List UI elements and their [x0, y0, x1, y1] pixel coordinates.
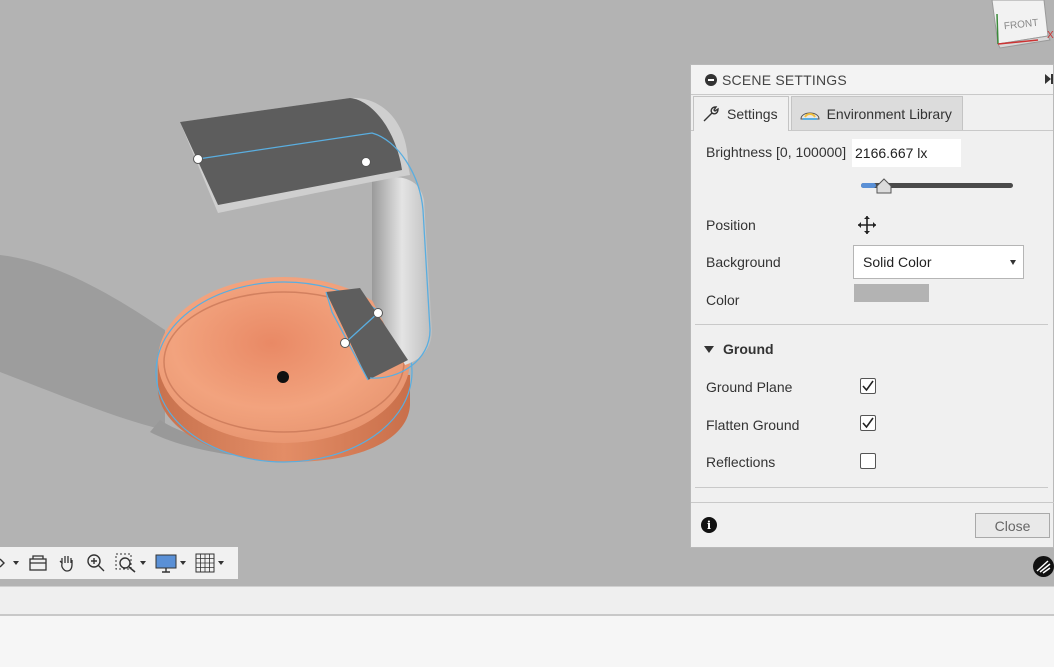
ground-section-header[interactable]: Ground: [704, 341, 774, 357]
bottom-bar: [0, 586, 1054, 616]
dome-icon: [800, 107, 820, 121]
check-icon: [862, 380, 874, 392]
flatten-ground-label: Flatten Ground: [706, 417, 800, 433]
close-button[interactable]: Close: [975, 513, 1050, 538]
zoom-icon[interactable]: [86, 553, 106, 573]
divider: [695, 487, 1048, 488]
view-cube[interactable]: FRONT X: [986, 0, 1054, 50]
info-icon[interactable]: i: [701, 517, 717, 533]
divider: [695, 324, 1048, 325]
edge-point[interactable]: [373, 308, 383, 318]
panel-header[interactable]: SCENE SETTINGS: [691, 65, 1053, 95]
edge-point[interactable]: [193, 154, 203, 164]
timeline-area: [0, 616, 1054, 667]
edge-point[interactable]: [361, 157, 371, 167]
expand-triangle-icon: [704, 345, 714, 353]
edge-point[interactable]: [340, 338, 350, 348]
center-point[interactable]: [277, 371, 289, 383]
check-icon: [862, 417, 874, 429]
pan-icon[interactable]: [57, 553, 77, 573]
background-select[interactable]: Solid Color: [853, 245, 1024, 279]
ground-plane-checkbox[interactable]: [860, 378, 876, 394]
slider-fill: [861, 183, 877, 188]
wrench-icon: [702, 105, 720, 123]
brightness-input[interactable]: [852, 139, 961, 167]
look-at-icon[interactable]: [28, 554, 48, 572]
position-label: Position: [706, 217, 756, 233]
background-label: Background: [706, 254, 781, 270]
signal-badge-icon[interactable]: [1033, 556, 1054, 577]
top-plate[interactable]: [180, 98, 402, 205]
reflections-label: Reflections: [706, 454, 776, 470]
tab-bar: Settings Environment Library: [691, 95, 1053, 131]
grid-settings-icon[interactable]: [195, 553, 224, 573]
orbit-icon[interactable]: [0, 554, 19, 572]
brightness-label: Brightness [0, 100000]: [706, 144, 847, 160]
background-select-value: Solid Color: [863, 254, 932, 270]
expand-panel-icon[interactable]: [1045, 74, 1053, 84]
ground-section-label: Ground: [723, 341, 774, 357]
model-shadow: [0, 255, 165, 430]
chevron-down-icon: [1010, 260, 1016, 265]
reflections-checkbox[interactable]: [860, 453, 876, 469]
tab-environment-library-label: Environment Library: [826, 105, 952, 122]
color-label: Color: [706, 292, 740, 308]
zoom-window-icon[interactable]: [115, 553, 146, 573]
scene-settings-panel: SCENE SETTINGS Settings Environment Libr…: [690, 64, 1054, 548]
color-swatch[interactable]: [854, 284, 929, 302]
panel-title: SCENE SETTINGS: [722, 71, 847, 88]
move-arrows-icon[interactable]: [857, 215, 877, 235]
display-settings-icon[interactable]: [155, 553, 186, 573]
tab-settings[interactable]: Settings: [693, 96, 789, 131]
ground-plane-label: Ground Plane: [706, 379, 793, 395]
slider-thumb[interactable]: [876, 178, 892, 194]
footer-divider: [691, 502, 1054, 503]
brightness-slider[interactable]: [861, 178, 1013, 194]
tab-environment-library[interactable]: Environment Library: [790, 96, 963, 130]
flatten-ground-checkbox[interactable]: [860, 415, 876, 431]
x-axis-label: X: [1047, 30, 1054, 41]
tab-settings-label: Settings: [727, 106, 778, 122]
navigation-toolbar: [0, 547, 238, 579]
collapse-icon[interactable]: [705, 73, 717, 86]
